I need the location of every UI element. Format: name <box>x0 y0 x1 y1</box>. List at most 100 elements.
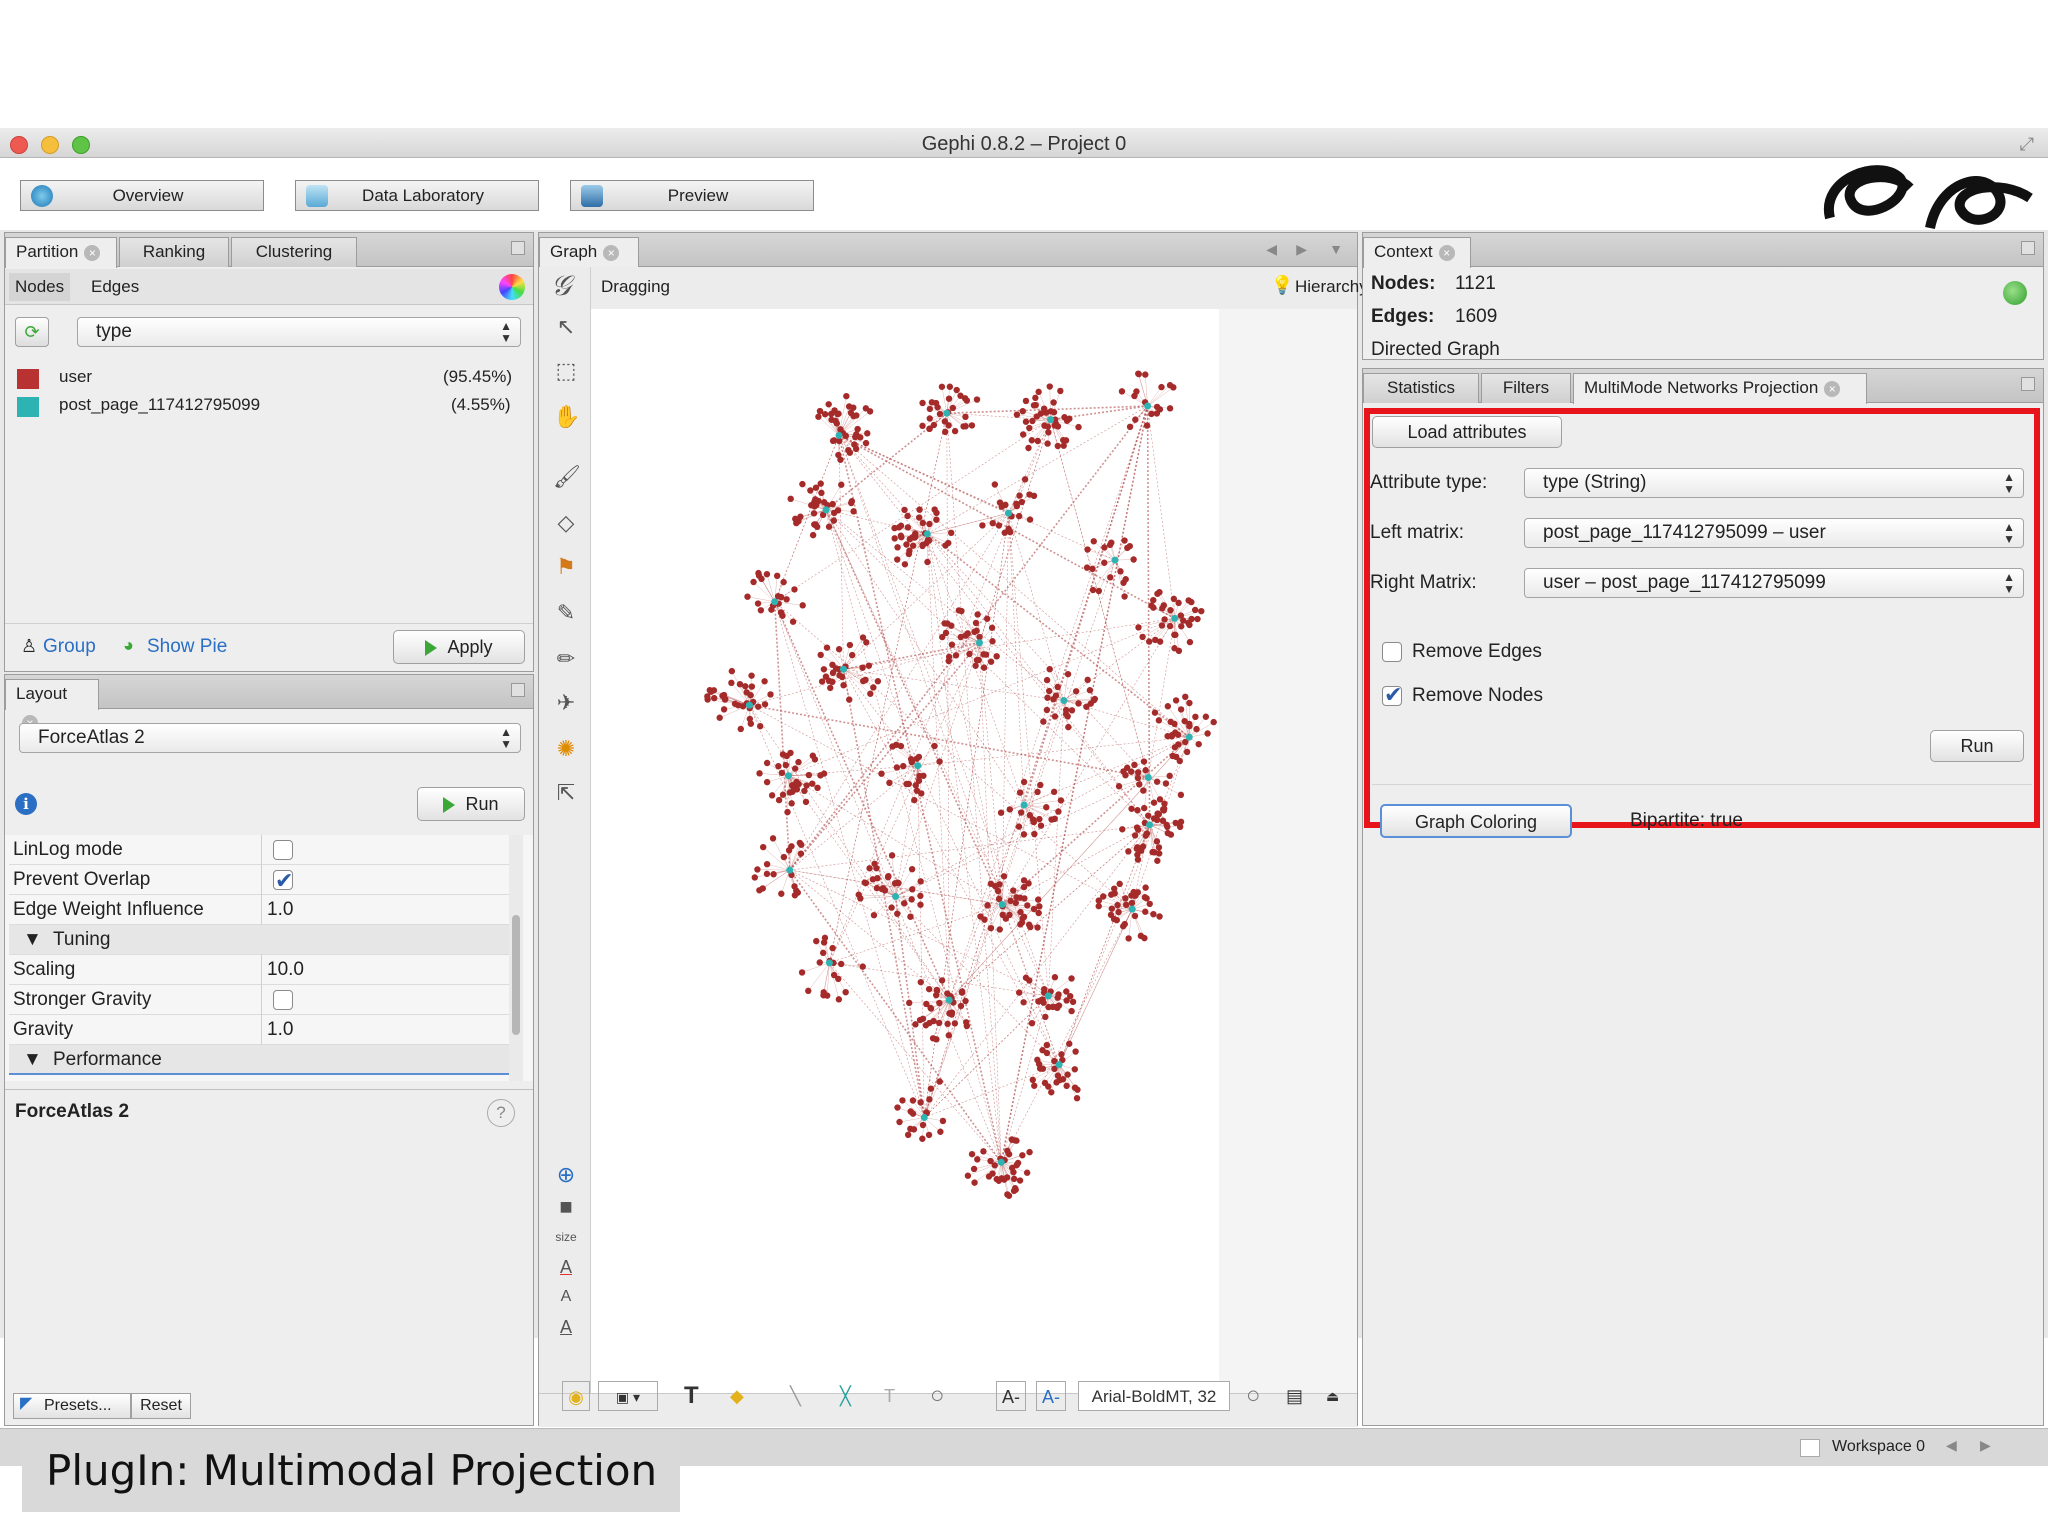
tab-statistics[interactable]: Statistics <box>1363 373 1479 403</box>
shortest-path-icon[interactable]: ⚑ <box>553 554 579 580</box>
graph-node <box>900 900 908 907</box>
reset-button[interactable]: Reset <box>131 1393 191 1419</box>
palette-icon[interactable] <box>499 274 525 300</box>
left-matrix-select[interactable]: post_page_117412795099 – user ▲ ▼ <box>1524 518 2024 548</box>
rectangle-select-icon[interactable]: ⬚ <box>553 358 579 384</box>
attribute-type-select[interactable]: type (String) ▲ ▼ <box>1524 468 2024 498</box>
linlog-checkbox[interactable] <box>273 840 293 860</box>
drag-hand-icon[interactable]: ✋ <box>553 404 580 430</box>
edge-color-icon[interactable]: ╳ <box>840 1381 851 1411</box>
tab-multimode-projection[interactable]: MultiMode Networks Projection × <box>1573 373 1867 404</box>
close-icon[interactable]: × <box>1824 380 1841 397</box>
font-select[interactable]: Arial-BoldMT, 32 <box>1078 1381 1230 1411</box>
close-icon[interactable]: × <box>603 244 620 261</box>
stronger-gravity-checkbox[interactable] <box>273 990 293 1010</box>
partition-attribute-select[interactable]: type ▲ ▼ <box>77 317 521 347</box>
close-icon[interactable]: × <box>1438 244 1455 261</box>
refresh-icon[interactable]: ⟳ <box>15 317 49 347</box>
edge-pencil-icon[interactable]: ✏ <box>553 646 579 672</box>
layout-doc-icon[interactable]: ▤ <box>1286 1381 1303 1411</box>
cursor-edit-icon[interactable]: ⇱ <box>553 780 579 806</box>
edge-line-icon[interactable]: ╲ <box>790 1381 801 1411</box>
tab-layout[interactable]: Layout× <box>5 679 99 731</box>
scaling-field[interactable]: 10.0 <box>267 955 304 985</box>
select-arrow-icon[interactable]: ↖ <box>553 314 579 340</box>
tab-menu-icon[interactable]: ▼ <box>1329 241 1343 257</box>
close-icon[interactable]: × <box>84 244 101 261</box>
circle-toggle-icon[interactable]: ○ <box>1246 1381 1261 1411</box>
tab-filters[interactable]: Filters <box>1481 373 1571 403</box>
graph-node <box>1204 730 1211 737</box>
size-label[interactable]: size <box>553 1224 579 1250</box>
workspace-next-icon[interactable]: ▶ <box>1980 1437 1991 1454</box>
graph-coloring-button[interactable]: Graph Coloring <box>1380 804 1572 838</box>
label-size-icon[interactable]: A <box>553 1284 579 1310</box>
graph-node <box>757 607 765 614</box>
sun-icon[interactable]: ✺ <box>553 736 579 762</box>
layout-algorithm-select[interactable]: ForceAtlas 2 ▲ ▼ <box>19 723 521 753</box>
presets-button[interactable]: ◤ Presets... <box>13 1393 131 1419</box>
data-laboratory-button[interactable]: Data Laboratory <box>295 180 539 211</box>
prevent-overlap-checkbox[interactable] <box>273 866 293 896</box>
overview-button[interactable]: Overview <box>20 180 264 211</box>
graph-node <box>1150 799 1158 806</box>
circle-icon[interactable]: ○ <box>930 1381 945 1411</box>
graph-node <box>1177 818 1185 826</box>
graph-node <box>920 772 927 779</box>
network-graph-canvas[interactable] <box>591 309 1219 1393</box>
screenshot-icon[interactable]: ▣ ▾ <box>598 1381 658 1411</box>
right-matrix-select[interactable]: user – post_page_117412795099 ▲ ▼ <box>1524 568 2024 598</box>
apply-button[interactable]: Apply <box>393 630 525 664</box>
layout-run-button[interactable]: Run <box>417 787 525 821</box>
preview-button[interactable]: Preview <box>570 180 814 211</box>
workspace-prev-icon[interactable]: ◀ <box>1946 1437 1957 1454</box>
section-header[interactable]: ▼ Tuning <box>9 925 509 955</box>
subtab-edges[interactable]: Edges <box>85 273 145 301</box>
graph-node <box>1194 615 1201 623</box>
tab-graph[interactable]: Graph × <box>539 237 639 268</box>
zoom-fit-icon[interactable]: ⊕ <box>553 1162 579 1188</box>
text-outline-icon[interactable]: T <box>884 1381 895 1411</box>
minimize-panel-icon[interactable] <box>511 241 525 255</box>
tab-context[interactable]: Context × <box>1363 237 1471 268</box>
plane-icon[interactable]: ✈ <box>553 690 579 716</box>
light-icon[interactable]: ◉ <box>562 1381 590 1411</box>
help-icon[interactable]: ? <box>487 1099 515 1127</box>
highlight-icon[interactable]: ◆ <box>730 1381 744 1411</box>
minimize-panel-icon[interactable] <box>2021 241 2035 255</box>
group-link[interactable]: Group <box>43 636 96 658</box>
section-header[interactable]: ▼ Performance <box>9 1045 509 1075</box>
diamond-icon[interactable]: ◇ <box>553 510 579 536</box>
subtab-nodes[interactable]: Nodes <box>9 273 71 301</box>
tab-partition[interactable]: Partition × <box>5 237 117 268</box>
tab-ranking[interactable]: Ranking <box>119 237 229 267</box>
properties-scrollbar[interactable] <box>509 835 523 1081</box>
partition-color-swatch[interactable] <box>17 397 39 417</box>
remove-nodes-checkbox[interactable] <box>1382 682 1402 708</box>
pencil-icon[interactable]: ✎ <box>553 600 579 626</box>
scroll-right-icon[interactable]: ▶ <box>1296 241 1307 258</box>
background-color-icon[interactable]: ■ <box>553 1194 579 1220</box>
partition-color-swatch[interactable] <box>17 369 39 389</box>
minimize-panel-icon[interactable] <box>511 683 525 697</box>
edge-weight-field[interactable]: 1.0 <box>267 895 293 925</box>
load-attributes-button[interactable]: Load attributes <box>1372 416 1562 448</box>
increase-font-icon[interactable]: A- <box>1036 1381 1066 1411</box>
scroll-left-icon[interactable]: ◀ <box>1266 241 1277 258</box>
brush-icon[interactable]: 🖌 <box>553 464 581 490</box>
info-icon[interactable]: i <box>15 793 37 815</box>
graph-node <box>917 878 924 885</box>
text-tool-icon[interactable]: T <box>684 1381 699 1411</box>
fullscreen-icon[interactable]: ⤢ <box>2020 134 2034 155</box>
label-color-icon[interactable]: A <box>553 1254 579 1280</box>
minimize-panel-icon[interactable] <box>2021 377 2035 391</box>
tab-clustering[interactable]: Clustering <box>231 237 357 267</box>
remove-edges-checkbox[interactable] <box>1382 642 1402 662</box>
projection-run-button[interactable]: Run <box>1930 730 2024 762</box>
eject-icon[interactable]: ⏏ <box>1326 1381 1339 1411</box>
hierarchy-label[interactable]: Hierarchy <box>1295 277 1368 297</box>
show-pie-link[interactable]: Show Pie <box>147 636 227 658</box>
gravity-field[interactable]: 1.0 <box>267 1015 293 1045</box>
decrease-font-icon[interactable]: A- <box>996 1381 1026 1411</box>
label-font-icon[interactable]: A <box>553 1314 579 1340</box>
